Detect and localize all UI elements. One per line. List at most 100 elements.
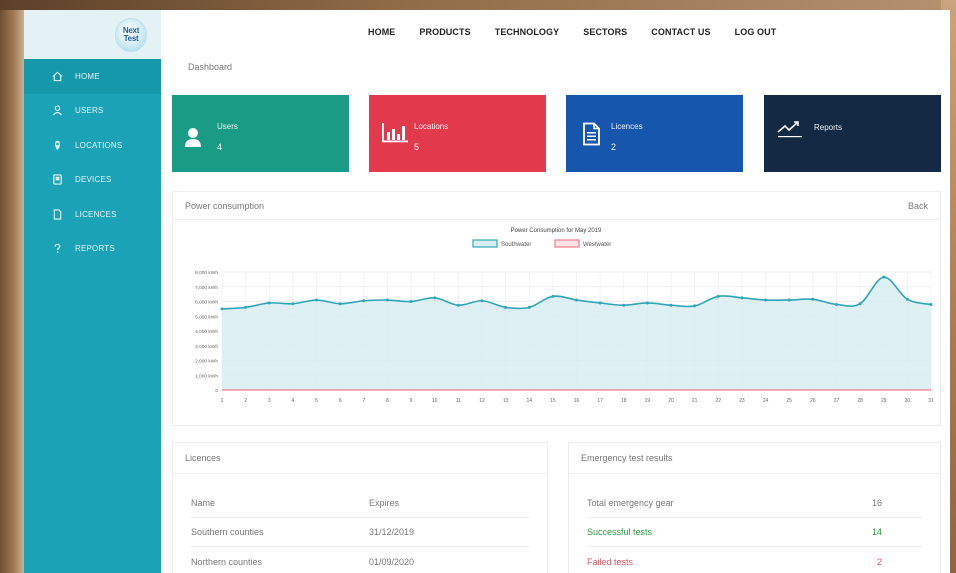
y-tick-label: 7,000 kWh: [195, 285, 218, 291]
sidebar-item-home[interactable]: HOME: [24, 59, 161, 94]
table-row[interactable]: Southern counties 31/12/2019: [191, 518, 529, 547]
users-card[interactable]: Users 4: [172, 95, 349, 172]
result-row-successful: Successful tests 14: [587, 518, 922, 547]
x-tick-label: 16: [574, 398, 580, 404]
x-tick-label: 11: [456, 398, 461, 404]
data-point: [811, 297, 815, 301]
licence-expiry: 01/09/2020: [369, 556, 415, 567]
power-consumption-panel: Power consumption Back Power Consumption…: [172, 191, 941, 426]
topnav-home-link[interactable]: HOME: [368, 27, 395, 39]
logo-text-line2: Test: [123, 33, 139, 43]
sidebar-item-devices[interactable]: DEVICES: [24, 163, 161, 198]
licence-expiry: 31/12/2019: [369, 527, 415, 537]
data-point: [598, 301, 602, 305]
data-point: [764, 298, 768, 302]
power-panel-header: Power consumption Back: [173, 192, 940, 220]
logo-area: Next Test: [24, 10, 161, 59]
sidebar-item-locations[interactable]: LOCATIONS: [24, 128, 161, 163]
x-tick-label: 10: [432, 398, 438, 404]
bar-chart-icon: [382, 123, 408, 143]
sidebar-item-label: LICENCES: [75, 209, 117, 219]
user-icon: [185, 128, 201, 147]
result-label: Total emergency gear: [587, 498, 674, 508]
data-point: [575, 298, 578, 302]
sidebar-item-users[interactable]: USERS: [24, 94, 161, 129]
data-point: [220, 307, 224, 311]
topnav-logout-link[interactable]: LOG OUT: [735, 27, 777, 39]
x-tick-label: 7: [362, 398, 365, 404]
x-tick-label: 24: [763, 398, 769, 404]
licence-name: Northern counties: [191, 556, 263, 567]
reports-card[interactable]: Reports: [764, 95, 941, 172]
x-tick-label: 31: [928, 398, 934, 404]
question-icon: [51, 243, 63, 255]
emergency-panel-title: Emergency test results: [581, 453, 673, 463]
y-tick-label: 1,000 kWh: [195, 373, 218, 379]
table-row[interactable]: Northern counties 01/09/2020: [191, 547, 529, 573]
x-tick-label: 29: [881, 398, 887, 404]
data-point: [905, 297, 909, 301]
result-value: 16: [871, 498, 882, 508]
x-tick-label: 2: [244, 398, 247, 404]
data-point: [267, 301, 271, 305]
x-tick-label: 15: [550, 398, 556, 404]
locations-card-count: 5: [414, 142, 420, 152]
topnav-products-link[interactable]: PRODUCTS: [419, 27, 470, 39]
x-tick-label: 28: [857, 398, 863, 404]
data-point: [385, 298, 389, 302]
data-point: [551, 294, 555, 298]
licences-panel: Licences Name Expires Southern counties …: [172, 442, 548, 573]
chart-title: Power Consumption for May 2019: [511, 228, 602, 234]
device-icon: [51, 174, 63, 186]
document-icon: [583, 122, 600, 146]
data-point: [858, 302, 862, 306]
licences-card-label: Licences: [611, 122, 643, 131]
x-tick-label: 21: [692, 398, 698, 404]
data-point: [409, 300, 413, 303]
legend-label: Westwater: [583, 242, 611, 248]
back-link[interactable]: Back: [908, 201, 928, 211]
home-icon: [51, 70, 63, 82]
locations-card[interactable]: Locations 5: [369, 95, 546, 172]
y-tick-label: 6,000 kWh: [195, 300, 218, 306]
x-tick-label: 26: [810, 398, 816, 404]
sidebar-item-reports[interactable]: REPORTS: [24, 232, 161, 267]
licences-panel-title: Licences: [185, 453, 221, 463]
data-point: [504, 305, 508, 309]
brand-logo[interactable]: Next Test: [115, 17, 147, 52]
data-point: [787, 298, 791, 302]
dashboard-screen: Next Test HOME USERS LOCATIONS DEVICES L…: [24, 10, 950, 573]
legend-swatch: [472, 239, 498, 248]
topnav-sectors-link[interactable]: SECTORS: [583, 27, 627, 39]
y-tick-label: 2,000 kWh: [195, 359, 218, 365]
column-header-name: Name: [191, 498, 216, 508]
trend-icon: [777, 121, 802, 138]
document-icon: [51, 208, 63, 220]
result-row-failed: Failed tests 2: [587, 547, 922, 573]
x-tick-label: 23: [739, 398, 745, 404]
result-value: 2: [876, 556, 882, 567]
data-point: [315, 298, 319, 302]
data-point: [834, 302, 838, 306]
x-tick-label: 18: [621, 398, 627, 404]
user-icon: [51, 105, 63, 117]
photo-backdrop-top: [0, 0, 956, 10]
x-tick-label: 3: [268, 398, 271, 404]
topnav-technology-link[interactable]: TECHNOLOGY: [495, 27, 560, 39]
licences-card[interactable]: Licences 2: [566, 95, 743, 172]
sidebar-item-label: HOME: [75, 71, 100, 81]
legend-swatch: [554, 239, 580, 248]
topnav-contact-link[interactable]: CONTACT US: [651, 27, 710, 39]
y-tick-label: 8,000 kWh: [195, 270, 218, 276]
data-point: [456, 303, 460, 307]
top-navigation: HOME PRODUCTS TECHNOLOGY SECTORS CONTACT…: [368, 27, 800, 39]
sidebar-item-licences[interactable]: LICENCES: [24, 197, 161, 232]
x-tick-label: 5: [315, 398, 318, 404]
sidebar: Next Test HOME USERS LOCATIONS DEVICES L…: [24, 10, 161, 573]
x-tick-label: 6: [339, 398, 342, 404]
x-tick-label: 4: [292, 398, 295, 404]
emergency-panel-header: Emergency test results: [569, 443, 940, 474]
data-point: [480, 299, 484, 303]
breadcrumb: Dashboard: [188, 62, 233, 72]
licences-card-count: 2: [611, 142, 617, 152]
